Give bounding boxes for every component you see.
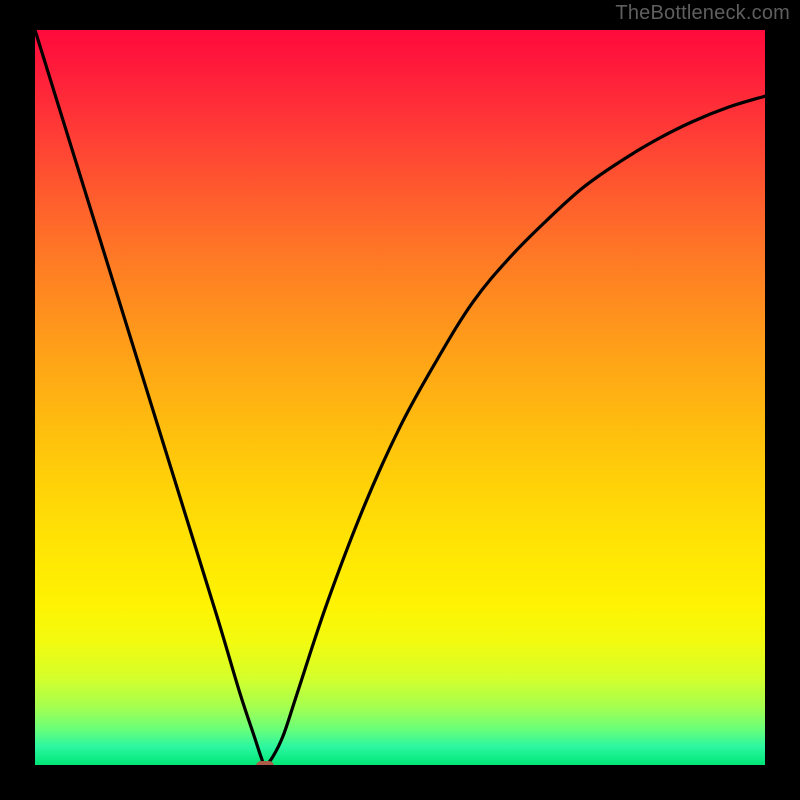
min-marker [256, 761, 274, 765]
chart-frame: TheBottleneck.com [0, 0, 800, 800]
bottleneck-curve [35, 30, 765, 765]
watermark-text: TheBottleneck.com [615, 2, 790, 25]
plot-area [35, 30, 765, 765]
